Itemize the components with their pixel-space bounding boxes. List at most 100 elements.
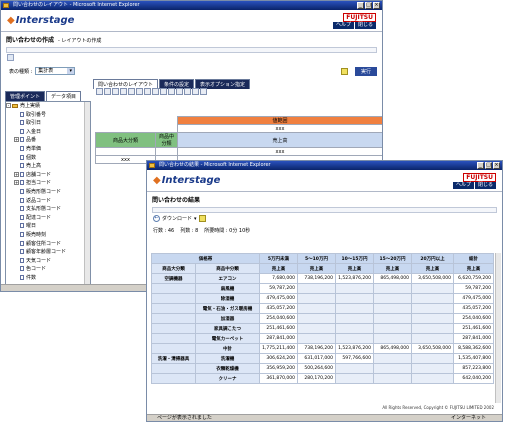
document-icon [20,120,24,126]
document-icon [20,163,24,169]
tree-item[interactable]: 配達コード [6,214,90,223]
value-cell: 287,841,000 [453,333,494,344]
toolbar-icon[interactable] [104,88,111,95]
save-icon[interactable] [198,215,206,222]
close-app-button[interactable]: 閉じる [354,22,376,29]
value-cell: 865,498,000 [373,273,412,284]
table-type-select[interactable]: 集計表 [35,67,76,75]
value-cell [411,323,454,334]
tree-item[interactable]: 販売形態コード [6,188,90,197]
tree-item[interactable]: + 店舗コード [6,171,90,180]
value-cell: 865,498,000 [373,343,412,354]
minimize-button[interactable]: _ [357,2,364,9]
refresh-icon[interactable] [7,54,14,61]
tree-item[interactable]: 取引日 [6,119,90,128]
grid-dim-minor[interactable]: 商品中分類 [155,132,178,148]
save-icon[interactable] [341,68,348,75]
minor-category: 除湿機 [195,293,260,304]
toolbar-icon[interactable] [144,88,151,95]
tree-item[interactable]: 売単価 [6,145,90,154]
close-app-button[interactable]: 閉じる [474,182,496,189]
grid-dim-major[interactable]: 商品大分類 [95,132,156,148]
tree-item[interactable]: 色コード [6,265,90,274]
tree-item[interactable]: 販売時刻 [6,231,90,240]
toolbar-icon[interactable] [176,88,183,95]
table-type-label: 表の種類 : [9,68,33,75]
minimize-button[interactable]: _ [477,162,484,169]
document-icon [20,154,24,160]
close-button[interactable]: × [493,162,500,169]
grid-measure[interactable]: 売上高 [177,132,382,148]
value-cell: 631,017,000 [297,353,336,364]
front-statusbar: ページが表示されました インターネット [147,414,502,421]
tree-root[interactable]: - 売上実績 [6,102,90,111]
table-row: 洗濯・清掃器具 洗濯機 306,624,200 631,017,000 597,766,… [151,353,494,364]
minor-category: 洗濯機 [195,353,260,364]
tree-item[interactable]: + 品番 [6,136,90,145]
value-cell: 254,040,600 [453,313,494,324]
value-cell [411,283,454,294]
document-icon [20,223,24,229]
tab-management-point[interactable]: 管理ポイント [5,91,46,101]
tree-item[interactable]: 曜日 [6,222,90,231]
app-header: ◆Interstage FUJITSU ヘルプ 閉じる [1,10,382,32]
tree-item[interactable]: 天気コード [6,257,90,266]
major-category [151,313,196,324]
toolbar-icon[interactable] [192,88,199,95]
value-cell: 7,680,000 [259,273,298,284]
interstage-logo: ◆Interstage [7,15,75,26]
col-header: 10〜15万円 [335,253,374,264]
major-category: 洗濯・清掃器具 [151,353,196,364]
tree-item[interactable]: + 担当コード [6,179,90,188]
maximize-button[interactable]: □ [485,162,492,169]
value-cell [335,323,374,334]
toolbar-icon[interactable] [120,88,127,95]
close-button[interactable]: × [373,2,380,9]
minor-category: 中計 [195,343,260,354]
status-text: ページが表示されました [157,415,212,421]
toolbar-icon[interactable] [136,88,143,95]
tree-scrollbar[interactable] [84,102,90,285]
value-cell [411,363,454,374]
toolbar-icon[interactable] [96,88,103,95]
toolbar-icon[interactable] [152,88,159,95]
toolbar-icon[interactable] [168,88,175,95]
tree-item[interactable]: 売上高 [6,162,90,171]
download-link[interactable]: ダウンロード [162,215,192,222]
value-cell: 59,787,200 [259,283,298,294]
chevron-down-icon[interactable]: ▾ [194,216,197,222]
grid-range-header[interactable]: 値範囲 [177,116,382,125]
tree-item[interactable]: 顧客住所コード [6,240,90,249]
maximize-button[interactable]: □ [365,2,372,9]
value-cell [297,293,336,304]
toolbar-icon[interactable] [184,88,191,95]
tree-item[interactable]: 顧客年齢層コード [6,248,90,257]
tab-data-items[interactable]: データ項目 [46,91,82,101]
page-title: 問い合わせの結果 [152,197,201,204]
major-category [151,343,196,354]
value-cell [373,283,412,294]
col-header: 5〜10万円 [297,253,336,264]
toolbar-icon[interactable] [128,88,135,95]
back-arrow-icon[interactable]: ← [153,215,160,222]
tree-item[interactable]: 支払形態コード [6,205,90,214]
toolbar-icon[interactable] [200,88,207,95]
row-count: 行数 : 46 [153,228,175,234]
tree-item[interactable]: 返品コード [6,197,90,206]
run-button[interactable]: 実行 [355,67,378,76]
value-cell: 361,870,000 [259,373,298,384]
value-cell: 738,196,200 [297,273,336,284]
tree-item[interactable]: 取引番号 [6,111,90,120]
tree-item[interactable]: 件数 [6,274,90,283]
result-scrollbar[interactable] [495,253,501,403]
help-button[interactable]: ヘルプ [452,182,474,189]
help-button[interactable]: ヘルプ [332,22,354,29]
toolbar-icon[interactable] [112,88,119,95]
tree-item[interactable]: 入金日 [6,128,90,137]
grid-cell: xxx [177,124,382,133]
col-header: 20万円以上 [411,253,454,264]
tree-item[interactable]: 個数 [6,154,90,163]
table-row: 加湿器 254,040,600 254,040,600 [151,313,494,324]
fujitsu-logo: FUJITSU [463,173,496,182]
toolbar-icon[interactable] [160,88,167,95]
